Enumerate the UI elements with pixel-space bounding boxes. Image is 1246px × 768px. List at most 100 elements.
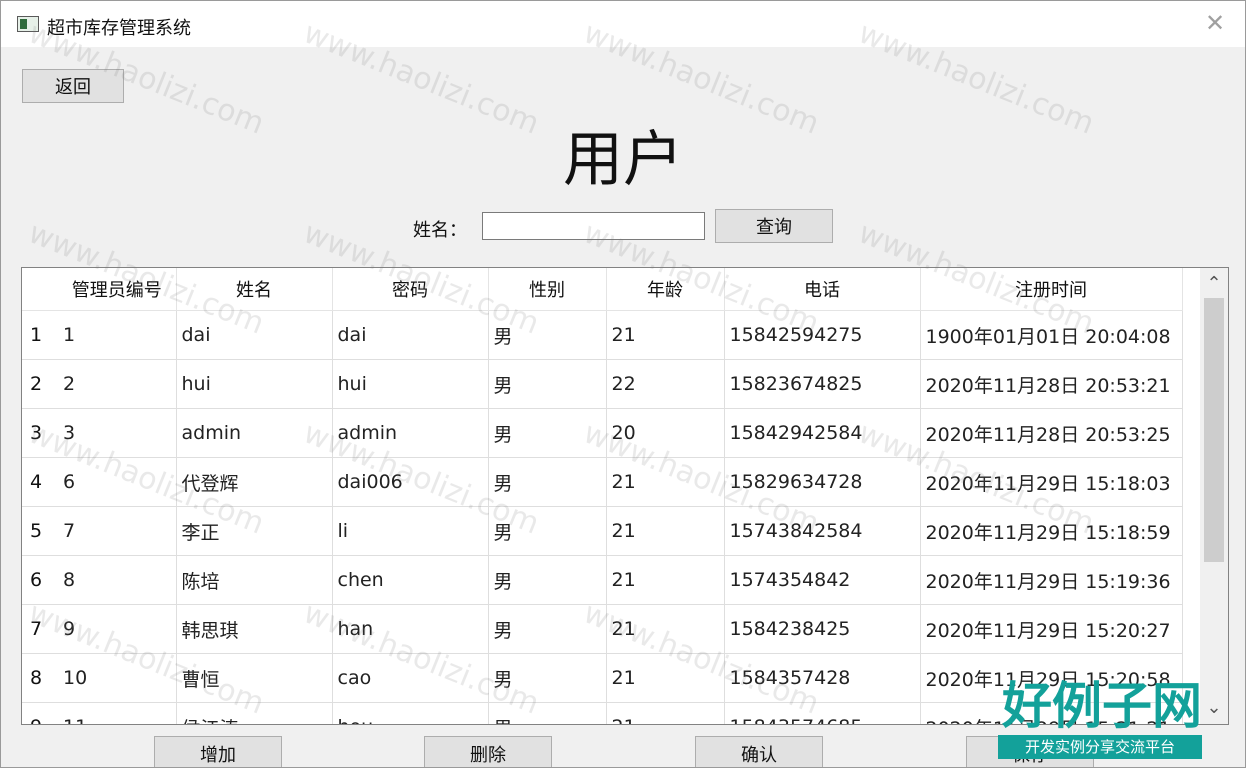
back-button[interactable]: 返回 xyxy=(22,69,124,103)
cell-admin-id[interactable]: 1 xyxy=(58,310,177,360)
cell-password[interactable]: chen xyxy=(332,555,489,605)
page-title: 用户 xyxy=(563,125,683,195)
table-row[interactable]: 2 2 hui hui 男 22 15823674825 2020年11月28日… xyxy=(22,359,1183,409)
row-number[interactable]: 7 xyxy=(22,604,58,654)
cell-register-time[interactable]: 2020年11月29日 15:20:27 xyxy=(920,604,1183,654)
cell-phone[interactable]: 15829634728 xyxy=(724,457,921,507)
cell-gender[interactable]: 男 xyxy=(488,604,607,654)
row-number[interactable]: 6 xyxy=(22,555,58,605)
cell-gender[interactable]: 男 xyxy=(488,506,607,556)
cell-name[interactable]: 韩思琪 xyxy=(176,604,333,654)
row-number[interactable]: 8 xyxy=(22,653,58,703)
cell-admin-id[interactable]: 6 xyxy=(58,457,177,507)
cell-age[interactable]: 21 xyxy=(606,653,725,703)
cell-password[interactable]: cao xyxy=(332,653,489,703)
cell-phone[interactable]: 1584238425 xyxy=(724,604,921,654)
cell-register-time[interactable]: 1900年01月01日 20:04:08 xyxy=(920,310,1183,360)
window-title: 超市库存管理系统 xyxy=(47,18,191,39)
close-icon[interactable]: ✕ xyxy=(1203,11,1227,35)
column-header-name[interactable]: 姓名 xyxy=(176,268,333,311)
column-header-phone[interactable]: 电话 xyxy=(724,268,921,311)
cell-age[interactable]: 21 xyxy=(606,604,725,654)
cell-age[interactable]: 21 xyxy=(606,555,725,605)
cell-age[interactable]: 22 xyxy=(606,359,725,409)
cell-age[interactable]: 21 xyxy=(606,506,725,556)
cell-phone[interactable]: 15823674825 xyxy=(724,359,921,409)
delete-button[interactable]: 删除 xyxy=(424,736,552,767)
row-number[interactable]: 4 xyxy=(22,457,58,507)
cell-age[interactable]: 21 xyxy=(606,310,725,360)
column-header-register-time[interactable]: 注册时间 xyxy=(920,268,1183,311)
column-header-gender[interactable]: 性别 xyxy=(488,268,607,311)
table-row[interactable]: 3 3 admin admin 男 20 15842942584 2020年11… xyxy=(22,408,1183,458)
scroll-thumb[interactable] xyxy=(1204,298,1224,562)
cell-register-time[interactable]: 2020年11月28日 20:53:21 xyxy=(920,359,1183,409)
cell-gender[interactable]: 男 xyxy=(488,359,607,409)
column-header-admin-id[interactable]: 管理员编号 xyxy=(58,268,177,311)
cell-register-time[interactable]: 2020年11月29日 15:19:36 xyxy=(920,555,1183,605)
cell-name[interactable]: 曹恒 xyxy=(176,653,333,703)
cell-phone[interactable]: 1584357428 xyxy=(724,653,921,703)
cell-age[interactable]: 21 xyxy=(606,702,725,724)
cell-password[interactable]: hui xyxy=(332,359,489,409)
row-number[interactable]: 1 xyxy=(22,310,58,360)
add-button[interactable]: 增加 xyxy=(154,736,282,767)
scroll-up-icon[interactable]: ⌃ xyxy=(1200,270,1228,298)
watermark-logo: 好例子网 开发实例分享交流平台 xyxy=(996,677,1208,761)
table-row[interactable]: 5 7 李正 li 男 21 15743842584 2020年11月29日 1… xyxy=(22,506,1183,556)
cell-password[interactable]: li xyxy=(332,506,489,556)
cell-register-time[interactable]: 2020年11月28日 20:53:25 xyxy=(920,408,1183,458)
cell-admin-id[interactable]: 3 xyxy=(58,408,177,458)
cell-admin-id[interactable]: 7 xyxy=(58,506,177,556)
row-number[interactable]: 3 xyxy=(22,408,58,458)
cell-gender[interactable]: 男 xyxy=(488,310,607,360)
cell-register-time[interactable]: 2020年11月29日 15:18:03 xyxy=(920,457,1183,507)
cell-admin-id[interactable]: 8 xyxy=(58,555,177,605)
cell-register-time[interactable]: 2020年11月29日 15:18:59 xyxy=(920,506,1183,556)
row-number[interactable]: 2 xyxy=(22,359,58,409)
title-bar: 超市库存管理系统 ✕ xyxy=(1,1,1245,47)
cell-name[interactable]: admin xyxy=(176,408,333,458)
cell-phone[interactable]: 1574354842 xyxy=(724,555,921,605)
row-number[interactable]: 5 xyxy=(22,506,58,556)
column-header-age[interactable]: 年龄 xyxy=(606,268,725,311)
cell-phone[interactable]: 15743842584 xyxy=(724,506,921,556)
name-search-input[interactable] xyxy=(482,212,705,240)
query-button[interactable]: 查询 xyxy=(715,209,833,243)
vertical-scrollbar[interactable]: ⌃ ⌄ xyxy=(1200,268,1228,724)
cell-password[interactable]: dai006 xyxy=(332,457,489,507)
cell-age[interactable]: 20 xyxy=(606,408,725,458)
cell-gender[interactable]: 男 xyxy=(488,457,607,507)
cell-password[interactable]: admin xyxy=(332,408,489,458)
column-header-password[interactable]: 密码 xyxy=(332,268,489,311)
cell-admin-id[interactable]: 9 xyxy=(58,604,177,654)
app-icon xyxy=(17,16,39,32)
table-row[interactable]: 6 8 陈培 chen 男 21 1574354842 2020年11月29日 … xyxy=(22,555,1183,605)
cell-phone[interactable]: 15843574685 xyxy=(724,702,921,724)
cell-password[interactable]: han xyxy=(332,604,489,654)
cell-name[interactable]: 代登辉 xyxy=(176,457,333,507)
cell-name[interactable]: hui xyxy=(176,359,333,409)
cell-gender[interactable]: 男 xyxy=(488,702,607,724)
table-row[interactable]: 1 1 dai dai 男 21 15842594275 1900年01月01日… xyxy=(22,310,1183,360)
cell-admin-id[interactable]: 11 xyxy=(58,702,177,724)
cell-phone[interactable]: 15842594275 xyxy=(724,310,921,360)
cell-gender[interactable]: 男 xyxy=(488,408,607,458)
cell-name[interactable]: 陈培 xyxy=(176,555,333,605)
cell-admin-id[interactable]: 10 xyxy=(58,653,177,703)
cell-password[interactable]: hou xyxy=(332,702,489,724)
cell-age[interactable]: 21 xyxy=(606,457,725,507)
table-row[interactable]: 4 6 代登辉 dai006 男 21 15829634728 2020年11月… xyxy=(22,457,1183,507)
cell-name[interactable]: dai xyxy=(176,310,333,360)
confirm-button[interactable]: 确认 xyxy=(695,736,823,767)
table-corner[interactable] xyxy=(22,268,58,311)
cell-admin-id[interactable]: 2 xyxy=(58,359,177,409)
cell-name[interactable]: 李正 xyxy=(176,506,333,556)
table-row[interactable]: 7 9 韩思琪 han 男 21 1584238425 2020年11月29日 … xyxy=(22,604,1183,654)
row-number[interactable]: 9 xyxy=(22,702,58,724)
cell-gender[interactable]: 男 xyxy=(488,653,607,703)
cell-password[interactable]: dai xyxy=(332,310,489,360)
cell-gender[interactable]: 男 xyxy=(488,555,607,605)
cell-phone[interactable]: 15842942584 xyxy=(724,408,921,458)
cell-name[interactable]: 侯江涛 xyxy=(176,702,333,724)
